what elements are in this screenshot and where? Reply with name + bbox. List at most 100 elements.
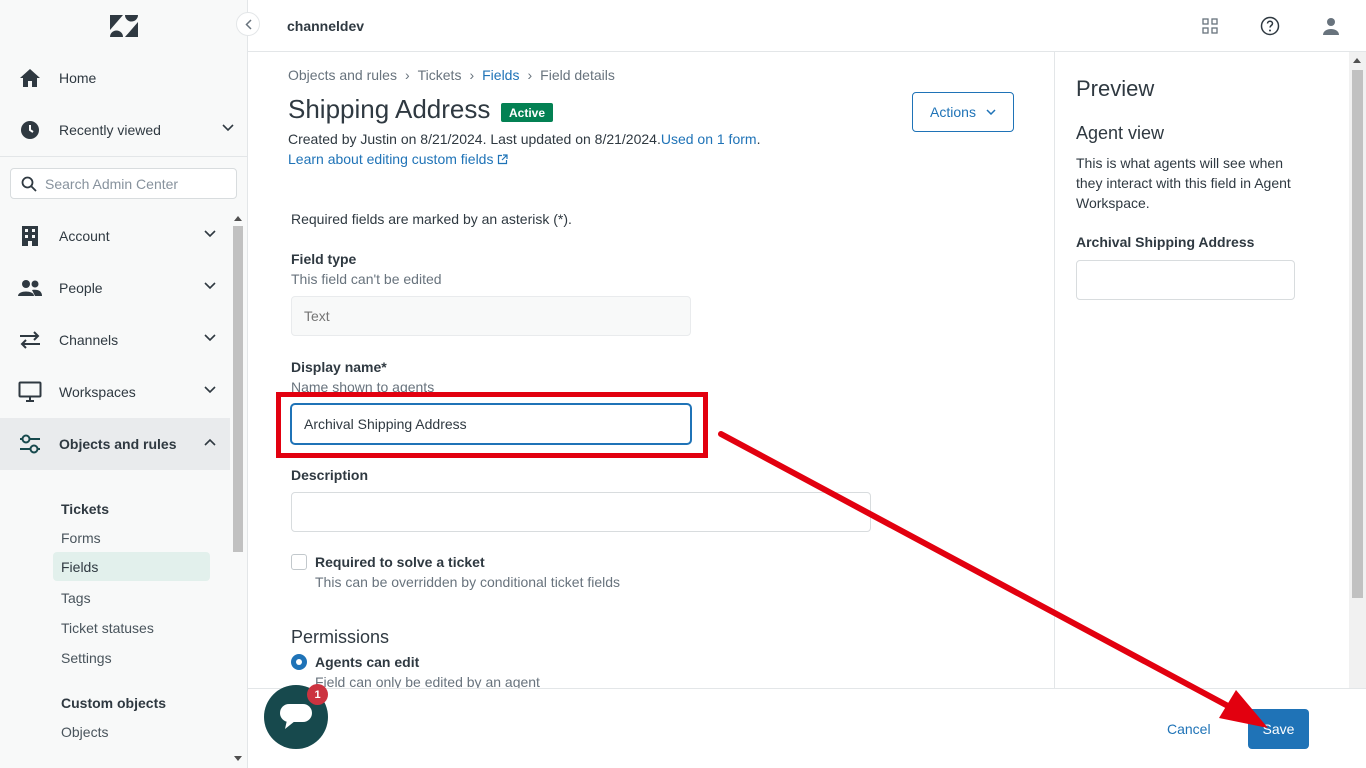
chat-notification-badge: 1 [307,684,328,705]
products-grid-button[interactable] [1198,14,1222,38]
account-name: channeldev [287,18,365,34]
nav-channels-label: Channels [59,332,119,348]
sidebar-scroll-thumb[interactable] [233,226,243,552]
nav-people[interactable]: People [0,262,230,314]
people-icon [18,276,42,300]
nav-objects-and-rules[interactable]: Objects and rules [0,418,230,470]
main-content: Objects and rules › Tickets › Fields › F… [248,52,1054,688]
display-name-label: Display name* [291,359,387,375]
required-note: Required fields are marked by an asteris… [291,211,572,227]
breadcrumb-field-details: Field details [540,67,615,83]
chevron-down-icon [204,334,216,342]
chevron-down-icon [986,109,996,115]
preview-title: Preview [1076,76,1155,101]
used-on-link[interactable]: Used on 1 form [661,131,757,147]
zendesk-logo-icon[interactable] [108,13,140,39]
sidebar-link-settings[interactable]: Settings [53,643,210,672]
sidebar-divider [0,156,248,157]
chevron-right-icon: › [469,67,475,83]
monitor-icon [18,380,42,404]
chevron-down-icon [204,386,216,394]
help-button[interactable] [1258,14,1282,38]
status-badge: Active [501,103,554,122]
scroll-up-arrow-icon[interactable] [234,215,242,221]
agents-can-edit-radio[interactable] [291,654,307,670]
required-checkbox-hint: This can be overridden by conditional ti… [315,574,621,590]
nav-workspaces[interactable]: Workspaces [0,366,230,418]
user-icon [1323,18,1339,35]
chevron-right-icon: › [527,67,533,83]
actions-button[interactable]: Actions [912,92,1014,132]
save-button[interactable]: Save [1248,709,1309,749]
actions-label: Actions [930,104,976,120]
custom-objects-heading: Custom objects [61,695,167,711]
scroll-down-arrow-icon[interactable] [234,756,242,762]
chevron-right-icon: › [404,67,410,83]
sidebar: Home Recently viewed Account People Chan… [0,0,248,768]
scroll-up-arrow-icon[interactable] [1353,57,1361,63]
description-label: Description [291,467,369,483]
permissions-heading: Permissions [291,627,390,647]
external-link-icon [498,153,509,164]
description-input[interactable] [291,492,871,532]
grid-icon [1202,18,1218,34]
display-name-input[interactable] [291,404,691,444]
user-profile-button[interactable] [1319,14,1343,38]
preview-scrollbar[interactable] [1349,52,1366,688]
arrows-exchange-icon [18,328,42,352]
search-icon [21,176,37,192]
sidebar-link-forms[interactable]: Forms [53,523,210,552]
sidebar-link-tags[interactable]: Tags [53,583,210,612]
field-meta: Created by Justin on 8/21/2024. Last upd… [288,131,760,147]
admin-search[interactable] [10,168,237,199]
building-icon [18,224,42,248]
nav-channels[interactable]: Channels [0,314,230,366]
clock-icon [18,118,42,142]
chevron-up-icon [204,438,216,446]
nav-recently-viewed[interactable]: Recently viewed [0,104,234,156]
breadcrumb-tickets[interactable]: Tickets [418,67,462,83]
meta-period: . [756,131,761,147]
nav-people-label: People [59,280,103,296]
preview-scroll-thumb[interactable] [1352,70,1363,598]
footer-bar: Cancel Save [248,688,1366,768]
breadcrumb-objects-and-rules[interactable]: Objects and rules [288,67,397,83]
nav-account-label: Account [59,228,110,244]
preview-subtitle: Agent view [1076,123,1165,143]
chevron-left-icon [244,18,252,30]
nav-account[interactable]: Account [0,210,230,262]
objects-rules-icon [18,432,42,456]
page-title: Shipping Address [288,94,491,124]
preview-panel: Preview Agent view This is what agents w… [1054,52,1366,688]
nav-objects-and-rules-label: Objects and rules [59,436,177,452]
nav-workspaces-label: Workspaces [59,384,136,400]
nav-recently-viewed-label: Recently viewed [59,122,161,138]
learn-link-label: Learn about editing custom fields [288,151,494,167]
home-icon [18,66,42,90]
required-checkbox[interactable] [291,554,307,570]
top-bar: channeldev [248,0,1366,52]
tickets-heading: Tickets [61,501,109,517]
chevron-down-icon [222,124,234,132]
sidebar-link-ticket-statuses[interactable]: Ticket statuses [53,613,210,642]
preview-field-input[interactable] [1076,260,1295,300]
chat-bubble-icon [280,704,312,729]
preview-field-label: Archival Shipping Address [1076,234,1255,250]
sidebar-link-fields[interactable]: Fields [53,552,210,581]
nav-home[interactable]: Home [0,52,230,104]
sidebar-link-objects[interactable]: Objects [53,717,210,746]
agents-can-edit-label[interactable]: Agents can edit [315,654,419,670]
help-icon [1260,16,1280,36]
learn-link[interactable]: Learn about editing custom fields [288,151,509,167]
sidebar-scrollbar[interactable] [231,212,245,768]
required-checkbox-label[interactable]: Required to solve a ticket [315,554,485,570]
agents-can-edit-hint: Field can only be edited by an agent [315,674,540,688]
collapse-sidebar-button[interactable] [236,12,260,36]
nav-home-label: Home [59,70,97,86]
breadcrumb: Objects and rules › Tickets › Fields › F… [288,67,615,83]
chevron-down-icon [204,282,216,290]
cancel-button[interactable]: Cancel [1167,721,1211,737]
field-type-input [291,296,691,336]
search-input[interactable] [45,175,225,192]
breadcrumb-fields[interactable]: Fields [482,67,519,83]
